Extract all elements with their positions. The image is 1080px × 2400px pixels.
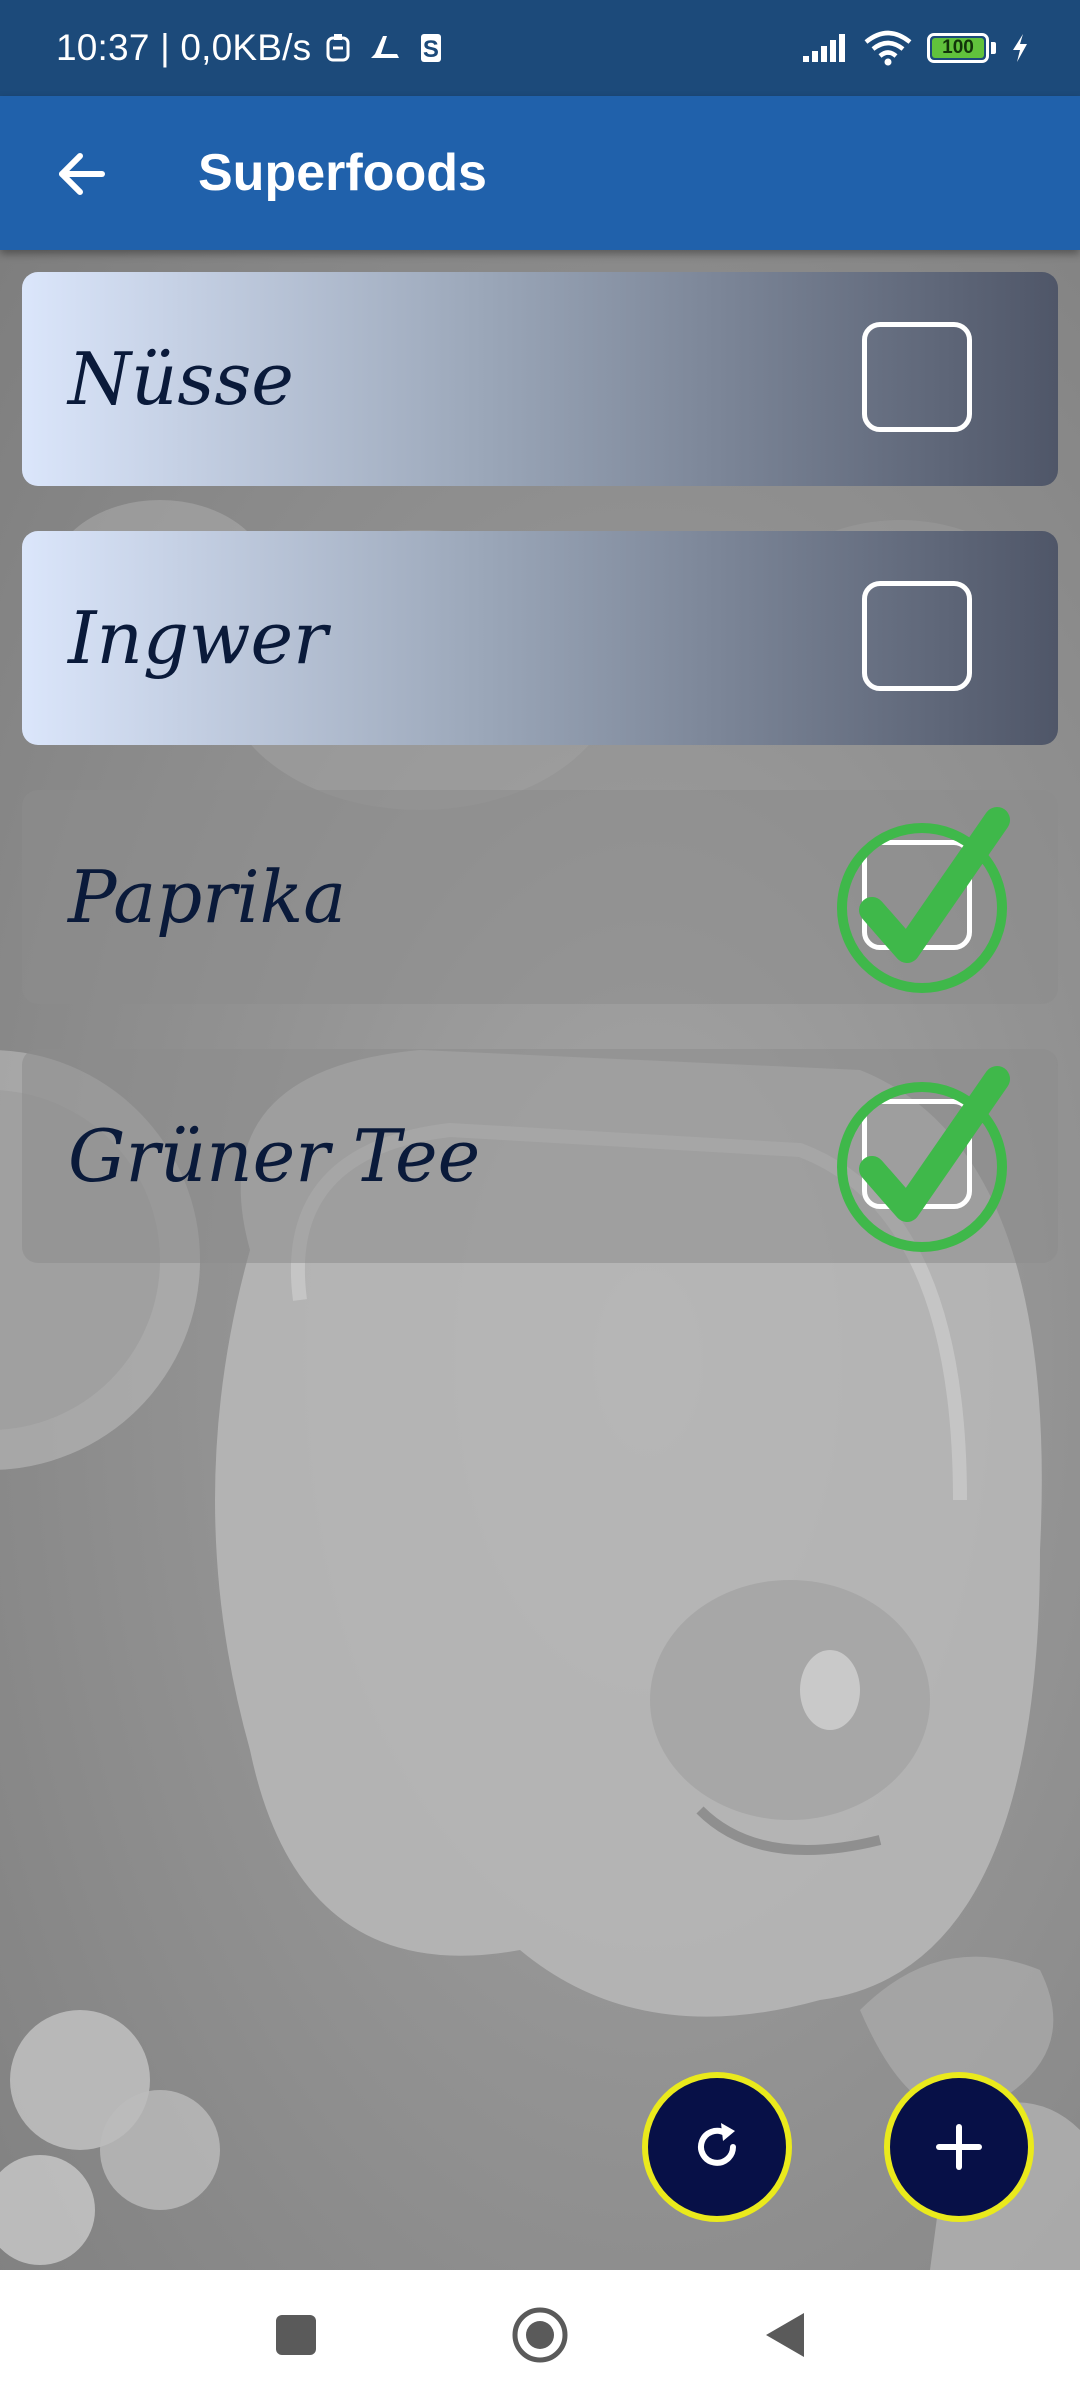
app-bar: Superfoods: [0, 96, 1080, 250]
battery-level: 100: [942, 37, 974, 58]
back-button[interactable]: [44, 136, 120, 212]
app-notification-icon: [371, 36, 400, 58]
plus-icon: [936, 2124, 982, 2170]
sim-icon: [326, 34, 350, 62]
checkbox[interactable]: [862, 581, 972, 691]
superfood-list: Nüsse Ingwer Paprika Grüner Tee: [22, 272, 1058, 1308]
item-label: Grüner Tee: [68, 1114, 481, 1198]
checkbox[interactable]: [862, 322, 972, 432]
back-triangle-icon: [766, 2313, 804, 2357]
refresh-icon: [698, 2123, 736, 2166]
checkmark-icon: [837, 1066, 1010, 1252]
arrow-left-icon: [59, 153, 105, 195]
battery-icon: 100: [927, 33, 989, 63]
system-nav-bar: [0, 2270, 1080, 2400]
list-item[interactable]: Nüsse: [22, 272, 1058, 486]
charging-icon: [1013, 34, 1027, 62]
list-item[interactable]: Paprika: [22, 790, 1058, 1004]
status-bar: 10:37 | 0,0KB/s S 100: [0, 0, 1080, 96]
item-label: Ingwer: [68, 596, 328, 680]
status-time-speed: 10:37 | 0,0KB/s: [56, 27, 312, 68]
page-title: Superfoods: [198, 144, 487, 202]
svg-text:S: S: [423, 36, 439, 63]
list-item[interactable]: Ingwer: [22, 531, 1058, 745]
status-left: 10:37 | 0,0KB/s S: [56, 0, 443, 96]
item-label: Nüsse: [68, 337, 294, 421]
list-item[interactable]: Grüner Tee: [22, 1049, 1058, 1263]
back-nav-button[interactable]: [744, 2295, 824, 2375]
refresh-button[interactable]: [642, 2072, 792, 2222]
s-app-icon: S: [421, 34, 442, 63]
home-button[interactable]: [500, 2295, 580, 2375]
wifi-icon: [864, 30, 912, 66]
item-label: Paprika: [68, 855, 347, 939]
recents-square-icon: [276, 2315, 316, 2355]
checkmark-icon: [837, 807, 1010, 993]
recents-button[interactable]: [256, 2295, 336, 2375]
home-circle-icon: [512, 2307, 568, 2363]
status-right: 100: [801, 0, 1030, 96]
signal-icon: [803, 34, 845, 62]
add-button[interactable]: [884, 2072, 1034, 2222]
